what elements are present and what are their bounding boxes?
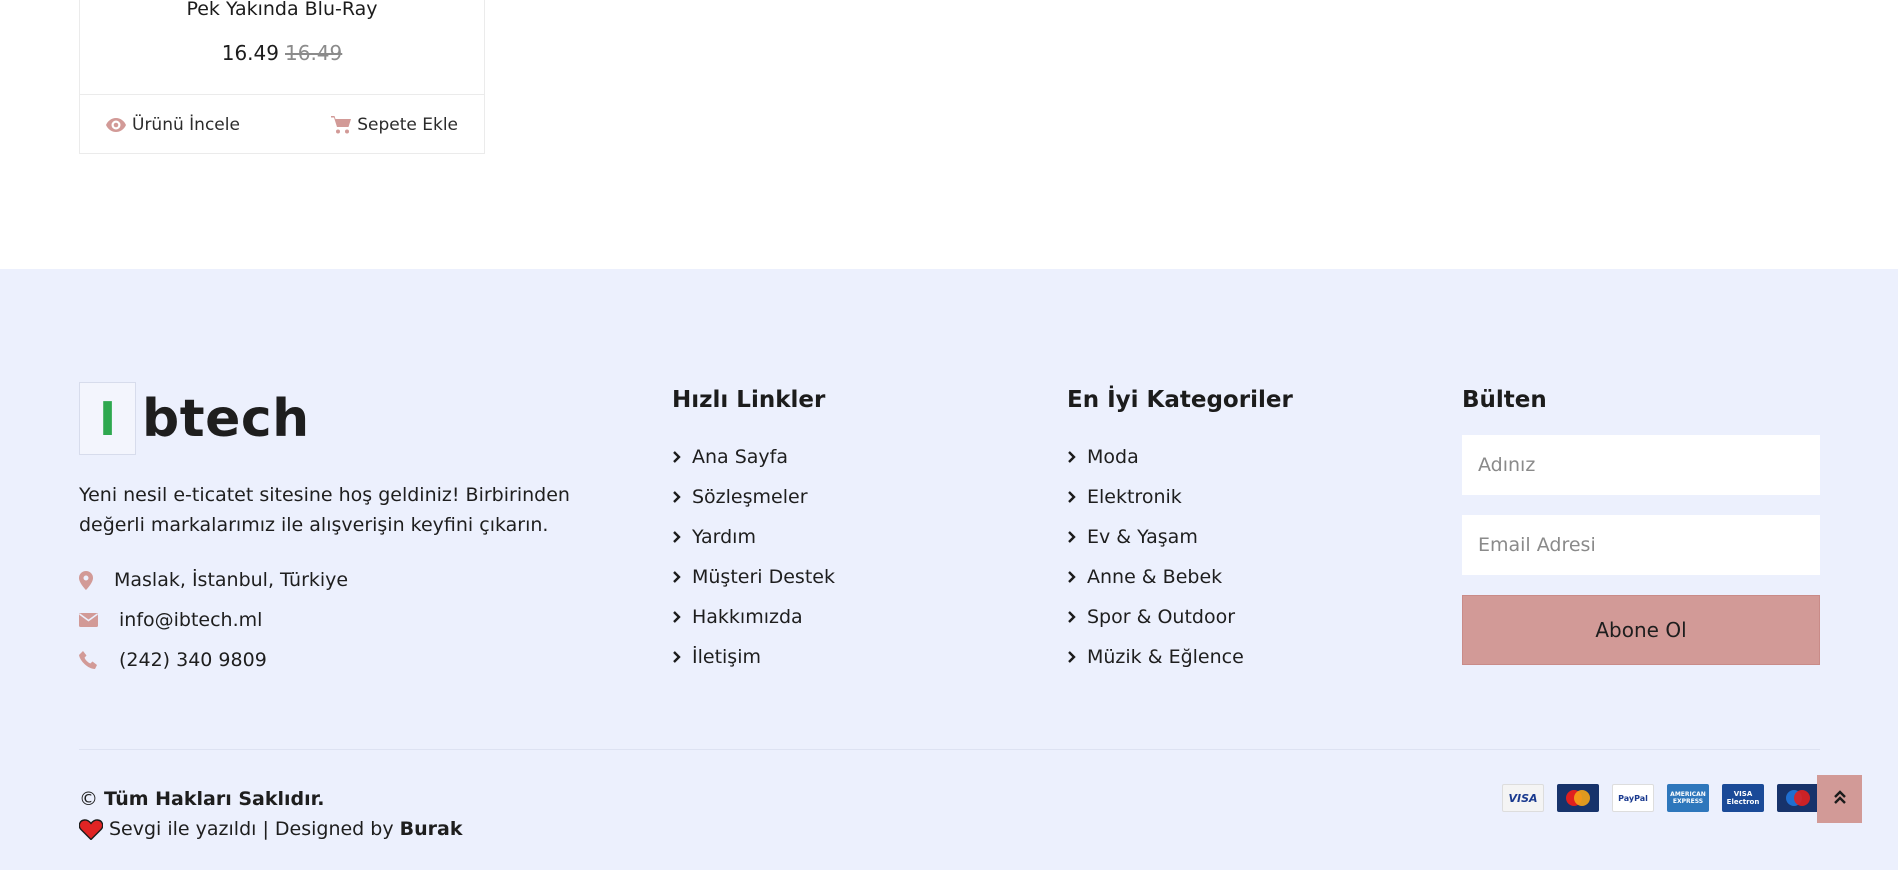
category-link-mother-baby[interactable]: Anne & Bebek bbox=[1067, 557, 1293, 597]
about-text: Yeni nesil e-ticatet sitesine hoş geldin… bbox=[79, 484, 570, 536]
view-product-button[interactable]: Ürünü İncele bbox=[106, 115, 240, 135]
maestro-icon bbox=[1777, 784, 1819, 812]
chevron-right-icon bbox=[672, 531, 692, 543]
credits-text: Sevgi ile yazıldı | Designed by bbox=[109, 818, 394, 840]
chevron-right-icon bbox=[1067, 651, 1087, 663]
logo-text: btech bbox=[142, 388, 310, 449]
paypal-icon: PayPal bbox=[1612, 784, 1654, 812]
subscribe-button[interactable]: Abone Ol bbox=[1462, 595, 1820, 665]
mastercard-icon bbox=[1557, 784, 1599, 812]
product-card: Pek Yakında Blu-Ray 16.49 16.49 Ürünü İnc… bbox=[79, 0, 485, 154]
copyright-symbol: © bbox=[79, 788, 98, 810]
category-label: Ev & Yaşam bbox=[1087, 526, 1198, 548]
payment-methods: VISA PayPal AMERICAN EXPRESS VISA Electr… bbox=[1502, 784, 1819, 812]
visa-electron-icon: VISA Electron bbox=[1722, 784, 1764, 812]
product-title[interactable]: Pek Yakında Blu-Ray bbox=[80, 0, 484, 19]
quick-link-about[interactable]: Hakkımızda bbox=[672, 597, 835, 637]
category-link-music-entertainment[interactable]: Müzik & Eğlence bbox=[1067, 637, 1293, 677]
chevron-right-icon bbox=[1067, 451, 1087, 463]
quick-link-label: Hakkımızda bbox=[692, 606, 803, 628]
quick-link-label: Yardım bbox=[692, 526, 756, 548]
quick-link-home[interactable]: Ana Sayfa bbox=[672, 437, 835, 477]
category-label: Spor & Outdoor bbox=[1087, 606, 1236, 628]
quick-links-column: Hızlı Linkler Ana Sayfa Sözleşmeler Yard… bbox=[672, 387, 835, 677]
newsletter-title: Bülten bbox=[1462, 387, 1547, 413]
contact-email[interactable]: info@ibtech.ml bbox=[79, 600, 579, 640]
copyright-text: Tüm Hakları Saklıdır. bbox=[104, 788, 325, 810]
newsletter-name-input[interactable] bbox=[1462, 435, 1820, 495]
add-to-cart-button[interactable]: Sepete Ekle bbox=[331, 115, 458, 135]
double-chevron-up-icon bbox=[1833, 789, 1847, 809]
contact-phone[interactable]: (242) 340 9809 bbox=[79, 640, 579, 680]
chevron-right-icon bbox=[672, 651, 692, 663]
price-old: 16.49 bbox=[285, 41, 343, 65]
visa-icon: VISA bbox=[1502, 784, 1544, 812]
eye-icon bbox=[106, 117, 126, 132]
author-name[interactable]: Burak bbox=[400, 814, 463, 844]
logo-mark: I bbox=[79, 382, 136, 455]
chevron-right-icon bbox=[672, 571, 692, 583]
cart-icon bbox=[331, 115, 352, 134]
map-pin-icon bbox=[79, 570, 114, 590]
email-text: info@ibtech.ml bbox=[119, 609, 263, 631]
price-current: 16.49 bbox=[221, 41, 279, 65]
chevron-right-icon bbox=[1067, 611, 1087, 623]
quick-link-label: Müşteri Destek bbox=[692, 566, 835, 588]
newsletter-email-input[interactable] bbox=[1462, 515, 1820, 575]
category-link-sport-outdoor[interactable]: Spor & Outdoor bbox=[1067, 597, 1293, 637]
footer-divider bbox=[79, 749, 1820, 750]
amex-icon: AMERICAN EXPRESS bbox=[1667, 784, 1709, 812]
product-section: Pek Yakında Blu-Ray 16.49 16.49 Ürünü İnc… bbox=[0, 0, 1898, 269]
chevron-right-icon bbox=[672, 451, 692, 463]
contact-address: Maslak, İstanbul, Türkiye bbox=[79, 560, 579, 600]
quick-link-label: Ana Sayfa bbox=[692, 446, 789, 468]
quick-link-contact[interactable]: İletişim bbox=[672, 637, 835, 677]
site-footer: I btech Yeni nesil e-ticatet sitesine ho… bbox=[0, 269, 1898, 870]
category-label: Moda bbox=[1087, 446, 1139, 468]
product-actions: Ürünü İncele Sepete Ekle bbox=[80, 94, 484, 154]
category-label: Elektronik bbox=[1087, 486, 1182, 508]
phone-icon bbox=[79, 650, 119, 670]
phone-text: (242) 340 9809 bbox=[119, 649, 267, 671]
quick-link-agreements[interactable]: Sözleşmeler bbox=[672, 477, 835, 517]
category-link-home-living[interactable]: Ev & Yaşam bbox=[1067, 517, 1293, 557]
quick-link-label: İletişim bbox=[692, 646, 761, 668]
copyright-line: © Tüm Hakları Saklıdır. bbox=[79, 784, 462, 814]
quick-link-support[interactable]: Müşteri Destek bbox=[672, 557, 835, 597]
category-label: Müzik & Eğlence bbox=[1087, 646, 1244, 668]
chevron-right-icon bbox=[1067, 531, 1087, 543]
brand-logo[interactable]: I btech bbox=[79, 382, 310, 455]
category-link-fashion[interactable]: Moda bbox=[1067, 437, 1293, 477]
quick-link-help[interactable]: Yardım bbox=[672, 517, 835, 557]
credits-line: Sevgi ile yazıldı | Designed by Burak bbox=[79, 814, 462, 844]
categories-column: En İyi Kategoriler Moda Elektronik Ev & … bbox=[1067, 387, 1293, 677]
quick-links-title: Hızlı Linkler bbox=[672, 387, 826, 413]
chevron-right-icon bbox=[672, 611, 692, 623]
heart-icon bbox=[79, 818, 103, 840]
address-text: Maslak, İstanbul, Türkiye bbox=[114, 569, 349, 591]
view-product-label: Ürünü İncele bbox=[132, 114, 240, 135]
newsletter-column: Bülten Abone Ol bbox=[1462, 387, 1820, 665]
categories-title: En İyi Kategoriler bbox=[1067, 387, 1293, 413]
envelope-icon bbox=[79, 613, 119, 627]
category-label: Anne & Bebek bbox=[1087, 566, 1223, 588]
chevron-right-icon bbox=[672, 491, 692, 503]
copyright: © Tüm Hakları Saklıdır. Sevgi ile yazıld… bbox=[79, 784, 462, 844]
contact-info: Maslak, İstanbul, Türkiye info@ibtech.ml… bbox=[79, 560, 579, 680]
quick-link-label: Sözleşmeler bbox=[692, 486, 808, 508]
product-price: 16.49 16.49 bbox=[80, 41, 484, 65]
add-to-cart-label: Sepete Ekle bbox=[357, 114, 458, 135]
category-link-electronics[interactable]: Elektronik bbox=[1067, 477, 1293, 517]
scroll-to-top-button[interactable] bbox=[1817, 775, 1862, 823]
chevron-right-icon bbox=[1067, 571, 1087, 583]
chevron-right-icon bbox=[1067, 491, 1087, 503]
